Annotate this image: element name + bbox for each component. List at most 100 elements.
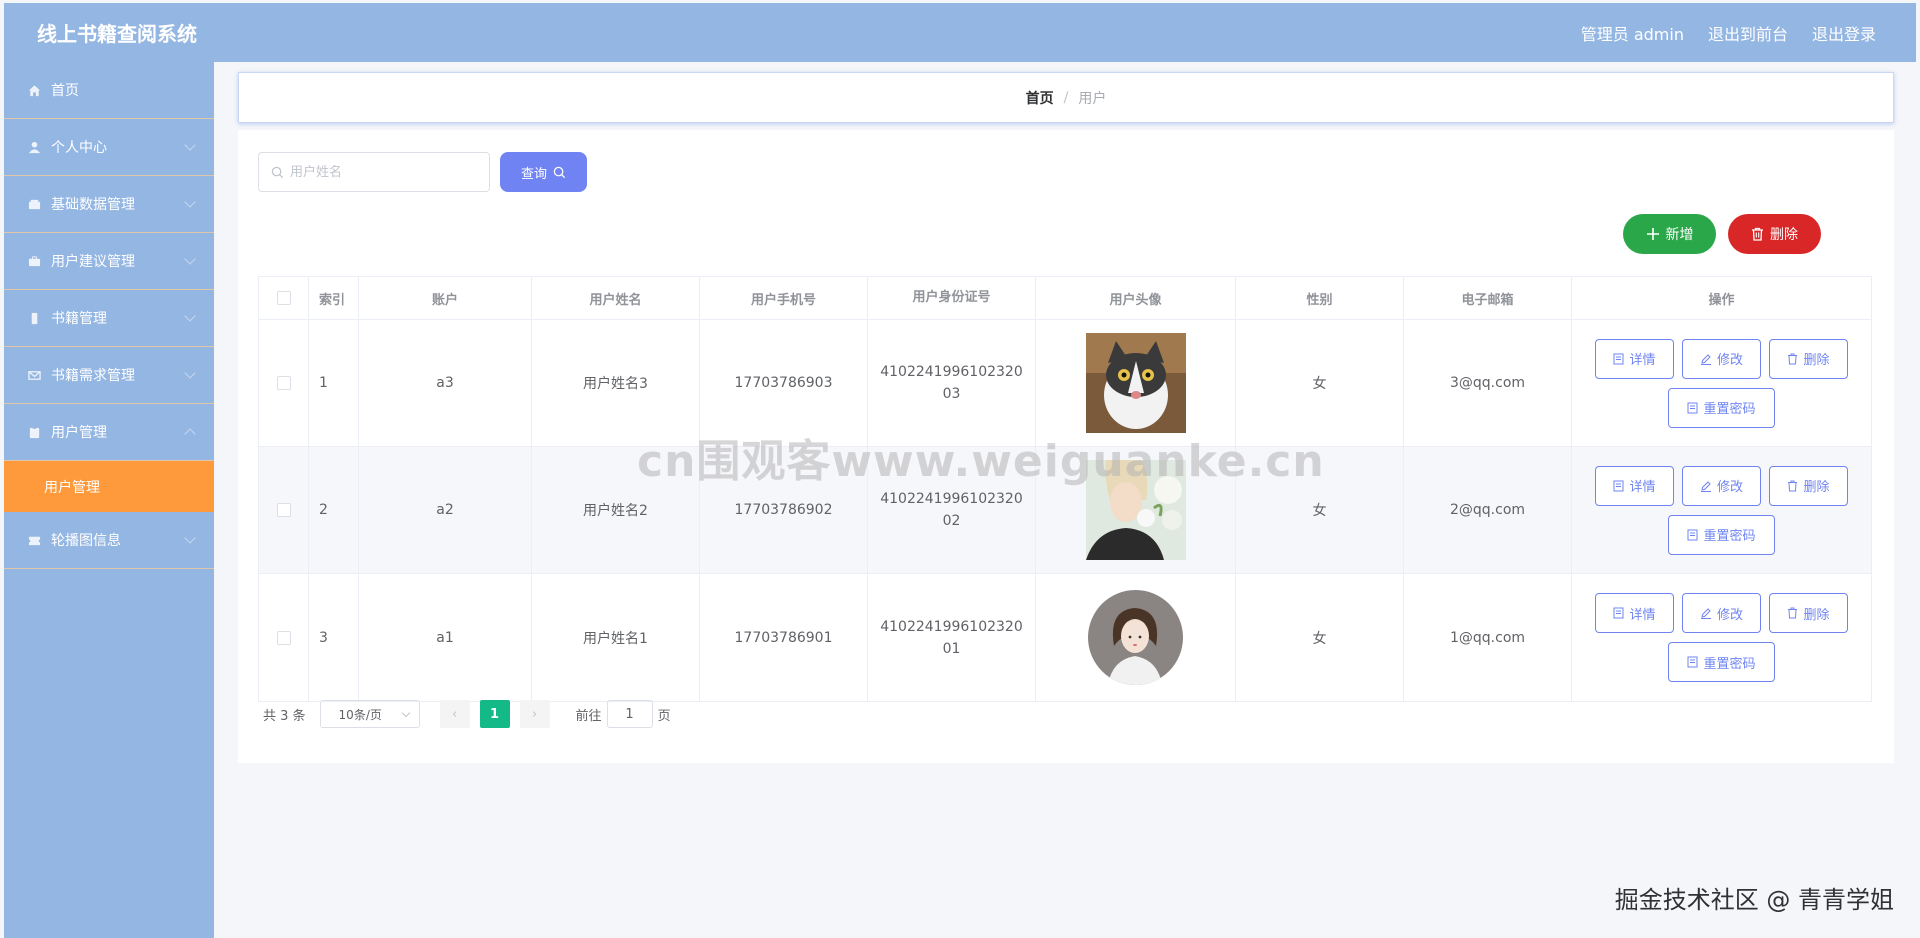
query-button[interactable]: 查询: [500, 152, 587, 192]
page-unit-label: 页: [657, 708, 671, 724]
trash-icon: [1752, 227, 1763, 241]
column-header: 用户手机号: [700, 277, 868, 319]
detail-button[interactable]: 详情: [1595, 593, 1674, 633]
edit-icon: [1700, 608, 1711, 619]
delete-label: 删除: [1803, 480, 1830, 495]
sidebar-item-books[interactable]: 书籍管理: [4, 290, 214, 347]
reset-password-button[interactable]: 重置密码: [1668, 514, 1775, 555]
home-icon: [27, 83, 41, 97]
chevron-up-icon: [184, 428, 196, 440]
chevron-down-icon: [401, 708, 410, 717]
row-checkbox[interactable]: [276, 630, 291, 645]
chevron-down-icon: [184, 139, 196, 151]
sidebar: 首页 个人中心 基础数据管理 用户建议管理 书籍管理 书籍需求管理 用户管理 用…: [4, 62, 214, 938]
sidebar-item-carousel[interactable]: 轮播图信息: [4, 512, 214, 569]
document-icon: [1687, 656, 1698, 668]
column-header: 账户: [359, 277, 532, 319]
avatar-cell: [1036, 574, 1236, 701]
column-header: 索引: [309, 277, 359, 319]
row-checkbox[interactable]: [276, 376, 291, 390]
pagination: 共 3 条 10条/页 ‹ 1 › 前往 1 页: [263, 700, 671, 728]
goto-page-input[interactable]: 1: [606, 700, 653, 728]
next-page-button[interactable]: ›: [519, 700, 550, 728]
page-size-value: 10条/页: [338, 707, 382, 722]
prev-page-button[interactable]: ‹: [439, 700, 470, 728]
batch-delete-button[interactable]: 删除: [1728, 214, 1821, 254]
sidebar-item-label: 首页: [51, 83, 79, 99]
sidebar-item-user-manage[interactable]: 用户管理: [4, 404, 214, 461]
delete-button[interactable]: 删除: [1769, 593, 1848, 633]
document-icon: [1613, 353, 1624, 364]
reset-password-label: 重置密码: [1703, 656, 1756, 672]
edit-icon: [1700, 480, 1711, 492]
page-number-current[interactable]: 1: [479, 700, 510, 728]
email-cell: 2@qq.com: [1404, 447, 1572, 573]
avatar-illustration-image[interactable]: [1088, 590, 1183, 685]
search-input[interactable]: [290, 164, 480, 180]
column-header: 用户身份证号: [868, 277, 1036, 319]
delete-button[interactable]: 删除: [1769, 338, 1848, 379]
sidebar-item-personal[interactable]: 个人中心: [4, 119, 214, 176]
admin-user-link[interactable]: 管理员 admin: [1581, 21, 1684, 45]
person-icon: [27, 140, 41, 154]
sidebar-item-home[interactable]: 首页: [4, 62, 214, 119]
reset-password-button[interactable]: 重置密码: [1668, 387, 1775, 428]
detail-button[interactable]: 详情: [1595, 465, 1674, 506]
delete-label: 删除: [1803, 607, 1830, 623]
column-header: 性别: [1236, 277, 1404, 319]
document-icon: [1613, 607, 1624, 619]
clipboard-icon: [27, 425, 41, 439]
app-title: 线上书籍查阅系统: [37, 22, 197, 46]
wallet-icon: [27, 197, 41, 211]
briefcase-icon: [27, 254, 41, 268]
account-cell: a1: [359, 574, 532, 701]
edit-button[interactable]: 修改: [1682, 338, 1761, 379]
header-select-cell: [259, 277, 309, 319]
reset-password-label: 重置密码: [1703, 402, 1756, 417]
avatar-cat-image[interactable]: [1085, 333, 1186, 433]
user-table: 索引 账户 用户姓名 用户手机号 用户身份证号 用户头像 性别 电子邮箱 操作 …: [258, 276, 1872, 702]
ticket-icon: [27, 533, 41, 547]
breadcrumb-separator: /: [1063, 89, 1069, 106]
edit-button[interactable]: 修改: [1682, 465, 1761, 506]
email-cell: 3@qq.com: [1404, 320, 1572, 446]
table-row: 3 a1 用户姓名1 17703786901 41022419961023200…: [259, 574, 1871, 701]
detail-label: 详情: [1629, 353, 1656, 368]
operation-cell: 详情 修改 删除 重置密码: [1572, 574, 1871, 701]
select-all-checkbox[interactable]: [276, 291, 291, 305]
edit-label: 修改: [1716, 480, 1743, 495]
page-size-select[interactable]: 10条/页: [319, 700, 420, 728]
sidebar-item-label: 用户建议管理: [51, 254, 135, 270]
header-links: 管理员 admin 退出到前台 退出登录: [1581, 21, 1876, 45]
delete-button[interactable]: 删除: [1769, 465, 1848, 506]
id-card-cell: 410224199610232001: [868, 574, 1036, 701]
add-button[interactable]: 新增: [1623, 214, 1716, 254]
top-header: 线上书籍查阅系统 管理员 admin 退出到前台 退出登录: [4, 3, 1916, 62]
edit-button[interactable]: 修改: [1682, 593, 1761, 633]
search-icon: [271, 166, 284, 178]
breadcrumb-current: 用户: [1078, 90, 1107, 107]
sidebar-subitem-user-manage[interactable]: 用户管理: [4, 461, 214, 512]
document-icon: [1613, 480, 1624, 491]
mail-icon: [27, 368, 41, 382]
logout-link[interactable]: 退出登录: [1812, 21, 1876, 45]
chevron-down-icon: [184, 367, 196, 379]
breadcrumb-home[interactable]: 首页: [1026, 88, 1054, 108]
select-cell: [259, 320, 309, 446]
row-checkbox[interactable]: [276, 503, 291, 517]
sex-cell: 女: [1236, 574, 1404, 701]
sidebar-item-basic-data[interactable]: 基础数据管理: [4, 176, 214, 233]
trash-icon: [1788, 480, 1798, 491]
index-cell: 1: [309, 320, 359, 446]
trash-icon: [1788, 607, 1798, 619]
column-header: 用户姓名: [532, 277, 700, 319]
edit-label: 修改: [1716, 607, 1743, 623]
site-watermark: cn围观客www.weiguanke.cn: [637, 436, 1325, 487]
reset-password-button[interactable]: 重置密码: [1668, 642, 1775, 682]
sidebar-item-book-demand[interactable]: 书籍需求管理: [4, 347, 214, 404]
search-field[interactable]: [258, 152, 490, 192]
detail-button[interactable]: 详情: [1595, 338, 1674, 379]
edit-icon: [1700, 353, 1711, 365]
sidebar-item-suggestion[interactable]: 用户建议管理: [4, 233, 214, 290]
exit-to-front-link[interactable]: 退出到前台: [1708, 21, 1788, 45]
